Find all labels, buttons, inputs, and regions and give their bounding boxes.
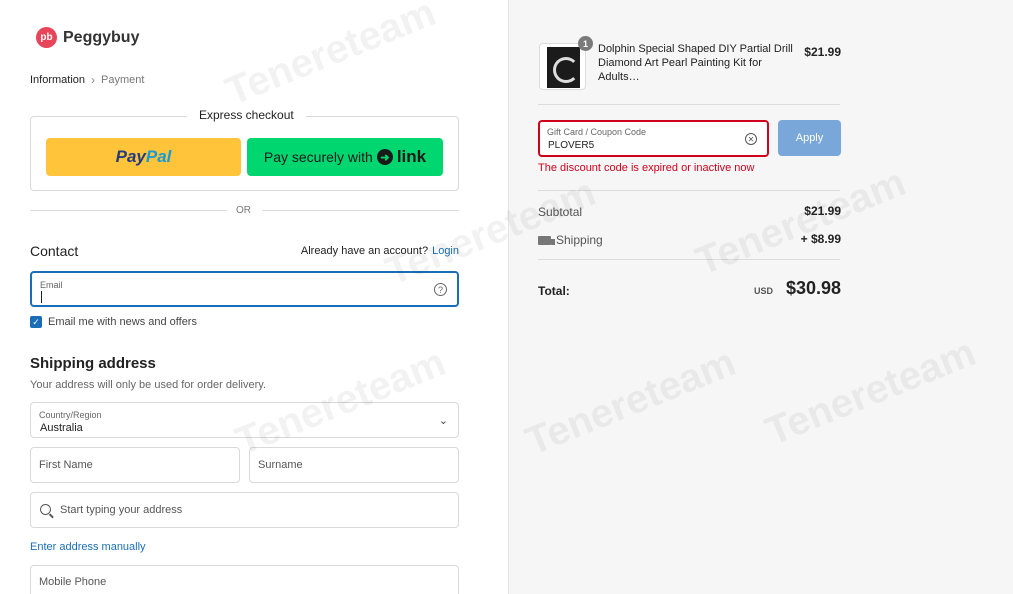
total-label: Total: (538, 284, 570, 298)
surname-field[interactable]: Surname (249, 447, 459, 483)
country-value: Australia (40, 422, 83, 434)
breadcrumb-information[interactable]: Information (30, 74, 85, 86)
coupon-value: PLOVER5 (548, 140, 595, 151)
help-icon[interactable]: ? (434, 283, 447, 296)
contact-heading: Contact (30, 243, 79, 259)
express-checkout-title: Express checkout (187, 108, 306, 122)
mobile-phone-field[interactable]: Mobile Phone (30, 565, 459, 594)
brand-name: Peggybuy (63, 28, 140, 46)
paypal-word-part1: Pay (115, 147, 146, 166)
link-arrow-icon: ➜ (376, 149, 393, 165)
summary-divider (538, 259, 840, 260)
coupon-error-message: The discount code is expired or inactive… (538, 162, 755, 174)
email-field[interactable]: Email ? (30, 271, 459, 307)
quantity-badge: 1 (578, 36, 593, 51)
breadcrumb-payment: Payment (101, 74, 145, 86)
account-prompt-text: Already have an account? (300, 245, 429, 257)
product-name: Dolphin Special Shaped DIY Partial Drill… (598, 43, 793, 83)
newsletter-label: Email me with news and offers (48, 316, 197, 328)
summary-divider (538, 104, 840, 105)
newsletter-checkbox[interactable]: ✓ (30, 316, 42, 328)
surname-placeholder: Surname (258, 459, 303, 471)
paypal-word-part2: Pal (145, 147, 172, 166)
paypal-button[interactable]: Pay Pal (46, 138, 241, 176)
checkout-form-panel: pb Peggybuy Information › Payment Expres… (0, 0, 508, 594)
address-placeholder: Start typing your address (60, 504, 183, 516)
or-divider-text: OR (236, 205, 251, 216)
enter-address-manually-link[interactable]: Enter address manually (30, 541, 146, 553)
or-divider-right (262, 210, 459, 211)
country-label: Country/Region (39, 410, 102, 420)
chevron-down-icon: ⌄ (438, 415, 448, 427)
first-name-field[interactable]: First Name (30, 447, 240, 483)
text-caret (41, 291, 42, 303)
link-pay-button[interactable]: Pay securely with ➜ link (247, 138, 443, 176)
coupon-label: Gift Card / Coupon Code (547, 127, 647, 137)
shipping-row-label: Shipping (538, 233, 603, 247)
shipping-label-text: Shipping (556, 233, 603, 247)
search-icon (40, 504, 51, 515)
email-label: Email (40, 280, 63, 290)
link-pay-label: Pay securely with (263, 149, 373, 165)
address-search-field[interactable]: Start typing your address (30, 492, 459, 528)
product-price: $21.99 (804, 45, 841, 59)
subtotal-value: $21.99 (804, 204, 841, 218)
subtotal-label: Subtotal (538, 205, 582, 219)
mobile-phone-placeholder: Mobile Phone (39, 576, 107, 588)
login-link[interactable]: Login (432, 245, 459, 257)
shipping-value: + $8.99 (800, 232, 841, 246)
apply-button[interactable]: Apply (778, 120, 841, 156)
or-divider-left (30, 210, 227, 211)
clear-icon[interactable]: ✕ (745, 133, 757, 145)
chevron-right-icon: › (91, 73, 96, 87)
total-currency: USD (753, 286, 773, 296)
shipping-heading: Shipping address (30, 355, 156, 372)
product-thumbnail (539, 43, 586, 90)
subtotal-label-text: Subtotal (538, 205, 583, 219)
summary-divider (538, 190, 840, 191)
truck-icon (538, 235, 555, 245)
first-name-placeholder: First Name (39, 459, 93, 471)
total-value: $30.98 (785, 278, 841, 298)
brand-logo[interactable]: pb Peggybuy (36, 27, 139, 48)
account-prompt: Already have an account? Login (301, 245, 459, 257)
breadcrumb: Information › Payment (30, 73, 144, 87)
dolphin-painting-image (547, 47, 580, 88)
link-brand-label: link (396, 147, 427, 166)
coupon-code-field[interactable]: Gift Card / Coupon Code PLOVER5 ✕ (538, 120, 769, 157)
newsletter-option[interactable]: ✓ Email me with news and offers (30, 316, 197, 328)
shipping-subtitle: Your address will only be used for order… (30, 379, 267, 391)
country-select[interactable]: Country/Region Australia ⌄ (30, 402, 459, 438)
peggybuy-logo-icon: pb (36, 27, 57, 48)
